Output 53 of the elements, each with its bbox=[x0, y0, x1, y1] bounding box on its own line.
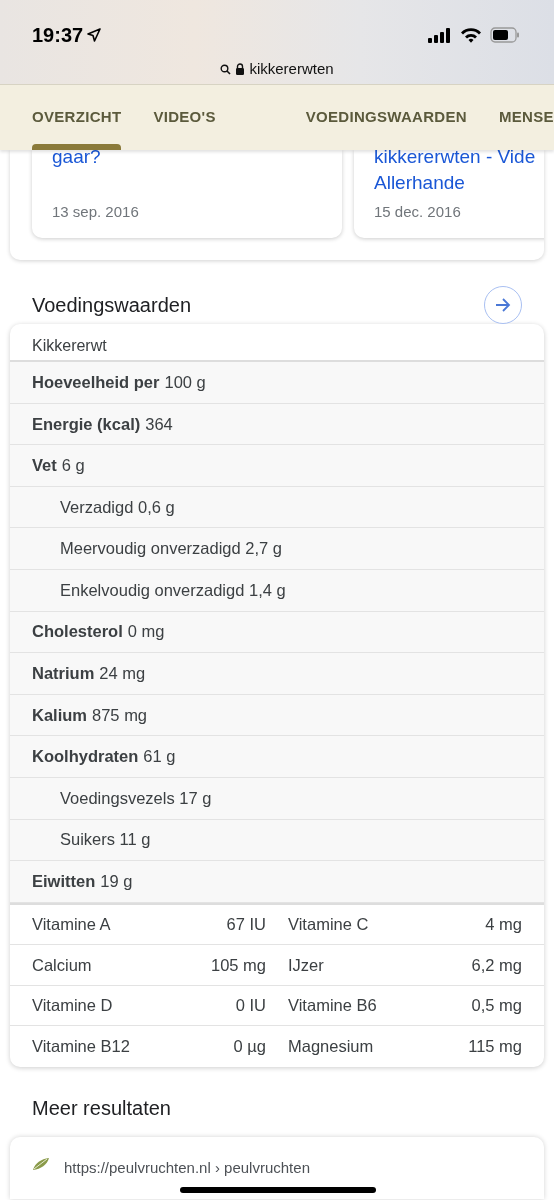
result-date: 13 sep. 2016 bbox=[52, 201, 140, 222]
nutrient-name: Calcium bbox=[32, 954, 93, 976]
battery-icon bbox=[490, 27, 520, 43]
tab[interactable]: MENSE bbox=[498, 85, 554, 150]
clock-time: 19:37 bbox=[32, 23, 84, 48]
leaf-icon bbox=[32, 1156, 50, 1171]
nutrient-row: Eiwitten 19 g bbox=[10, 861, 544, 903]
nutrient-row: Natrium 24 mg bbox=[10, 653, 544, 695]
arrow-right-icon bbox=[495, 298, 511, 312]
nutrient-name: Vitamine A bbox=[32, 914, 112, 936]
nutrient-row: Energie (kcal) 364 bbox=[10, 403, 544, 446]
result-title[interactable]: kikkererwten - Vide Allerhande bbox=[374, 150, 544, 196]
nutrient-value: 115 mg bbox=[467, 1036, 522, 1058]
nutrient-name: Magnesium bbox=[288, 1036, 375, 1058]
tab[interactable]: OVERZICHT bbox=[32, 85, 122, 150]
nutrient-name: Vitamine B12 bbox=[32, 1036, 131, 1058]
nutrient-row: Meervoudig onverzadigd 2,7 g bbox=[10, 528, 544, 570]
result-url[interactable]: https://peulvruchten.nl › peulvruchten bbox=[64, 1156, 310, 1180]
nutrient-value: 0,5 mg bbox=[470, 995, 522, 1017]
nutrient-row: Vet 6 g bbox=[10, 445, 544, 487]
arrow-button[interactable] bbox=[484, 286, 522, 324]
nutrient-row: Koolhydraten 61 g bbox=[10, 736, 544, 778]
nutrient-value: 6,2 mg bbox=[470, 954, 522, 976]
nutrient-row: Cholesterol 0 mg bbox=[10, 611, 544, 654]
result-date: 15 dec. 2016 bbox=[374, 201, 462, 222]
signal-icon bbox=[428, 27, 452, 43]
tab[interactable]: VOEDINGSWAARDEN bbox=[305, 85, 467, 150]
section-heading: Voedingswaarden bbox=[32, 293, 191, 318]
nutrient-row: Hoeveelheid per 100 g bbox=[10, 362, 544, 404]
lock-icon bbox=[235, 63, 246, 76]
nutrient-name: IJzer bbox=[288, 954, 325, 976]
location-arrow-icon bbox=[87, 28, 102, 42]
address-bar-url[interactable]: kikkererwten bbox=[249, 58, 334, 81]
nutrient-value: 0 IU bbox=[234, 995, 266, 1017]
section-heading: Meer resultaten bbox=[32, 1096, 171, 1119]
nutrient-row: Verzadigd 0,6 g bbox=[10, 486, 544, 529]
result-card[interactable]: gaar? 13 sep. 2016 bbox=[32, 150, 342, 238]
nutrient-row: Voedingsvezels 17 g bbox=[10, 777, 544, 820]
nutrient-value: 4 mg bbox=[484, 914, 522, 936]
nutrient-name: Vitamine D bbox=[32, 995, 114, 1017]
nutrient-value: 0 µg bbox=[232, 1036, 266, 1058]
wifi-icon bbox=[460, 27, 482, 43]
search-icon bbox=[220, 63, 232, 75]
nutrient-name: Vitamine B6 bbox=[288, 995, 378, 1017]
nutrient-row: Kalium 875 mg bbox=[10, 694, 544, 737]
result-card[interactable]: kikkererwten - Vide Allerhande 15 dec. 2016 bbox=[354, 150, 544, 238]
nutrient-value: 105 mg bbox=[209, 954, 266, 976]
tab[interactable]: VIDEO'S bbox=[153, 85, 216, 150]
nutrient-value: 67 IU bbox=[225, 914, 266, 936]
result-title[interactable]: gaar? bbox=[52, 150, 322, 170]
nutrient-name: Vitamine C bbox=[288, 914, 370, 936]
nutrient-row: Suikers 11 g bbox=[10, 819, 544, 862]
nutrient-row: Enkelvoudig onverzadigd 1,4 g bbox=[10, 569, 544, 612]
